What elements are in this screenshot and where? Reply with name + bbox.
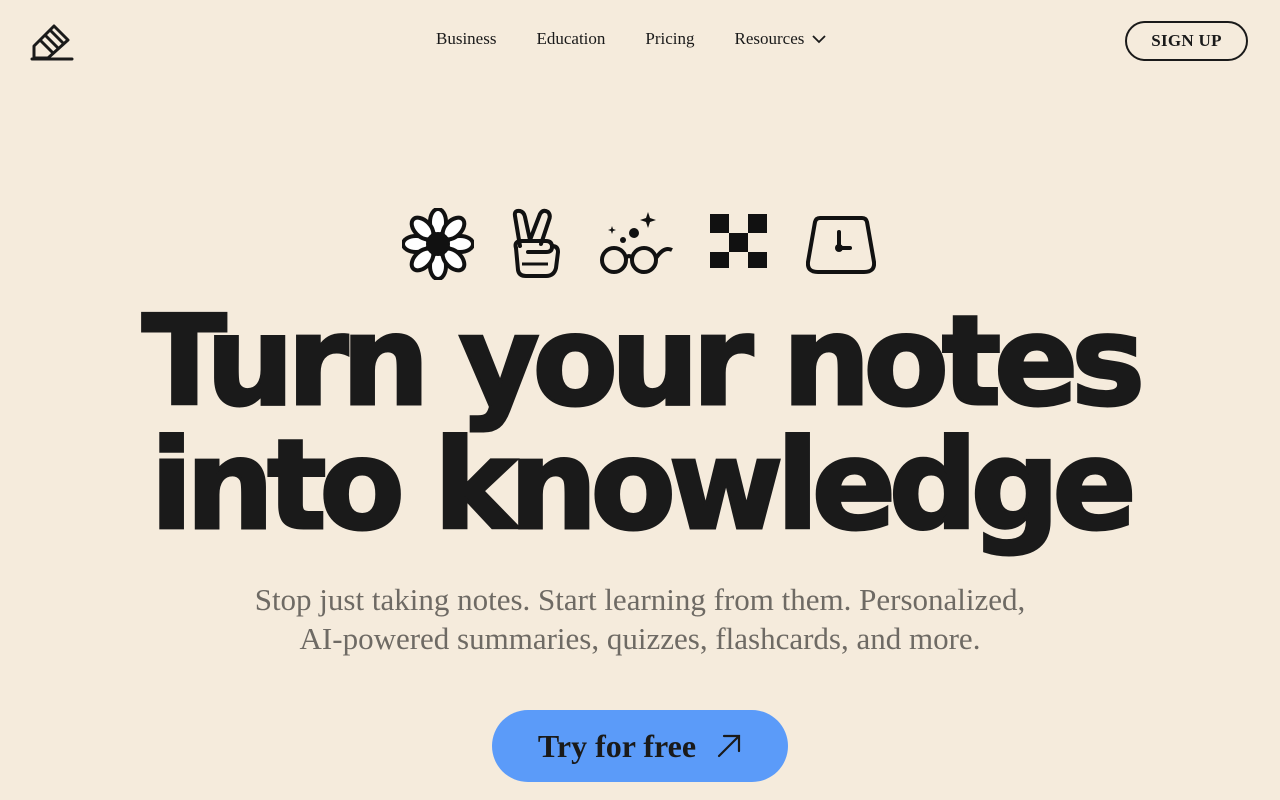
- chevron-down-icon: [812, 35, 827, 44]
- top-navigation: Business Education Pricing Resources SIG…: [0, 0, 1280, 80]
- cta-label: Try for free: [537, 727, 697, 764]
- headline-line-1: Turn your notes: [140, 290, 1146, 434]
- try-for-free-button[interactable]: Try for free: [492, 710, 788, 782]
- arrow-up-right-icon: [717, 734, 741, 758]
- sign-up-button[interactable]: SIGN UP: [1125, 21, 1248, 61]
- nav-link-education[interactable]: Education: [536, 28, 605, 50]
- nav-link-business[interactable]: Business: [436, 28, 496, 50]
- hero-icon-row: [400, 208, 880, 280]
- sparkle-glasses-icon: [600, 212, 673, 274]
- nav-link-pricing[interactable]: Pricing: [645, 28, 694, 50]
- pencil-book-logo[interactable]: [30, 20, 74, 62]
- nav-link-business-label: Business: [436, 29, 497, 48]
- nav-link-pricing-label: Pricing: [645, 29, 695, 48]
- peace-hand-icon: [512, 208, 560, 278]
- nav-link-resources-label: Resources: [734, 29, 805, 48]
- hero-headline: Turn your notes into knowledge: [0, 290, 1280, 558]
- nav-link-education-label: Education: [536, 29, 606, 48]
- flower-icon: [402, 208, 474, 280]
- clock-icon: [806, 216, 876, 274]
- subtitle-line-1: Stop just taking notes. Start learning f…: [254, 582, 1026, 617]
- headline-line-2: into knowledge: [149, 414, 1138, 558]
- nav-link-resources[interactable]: Resources: [735, 28, 827, 50]
- nav-links: Business Education Pricing Resources: [436, 28, 827, 50]
- checkerboard-icon: [710, 214, 767, 268]
- hero-subtitle: Stop just taking notes. Start learning f…: [0, 580, 1280, 658]
- subtitle-line-2: AI-powered summaries, quizzes, flashcard…: [299, 621, 981, 656]
